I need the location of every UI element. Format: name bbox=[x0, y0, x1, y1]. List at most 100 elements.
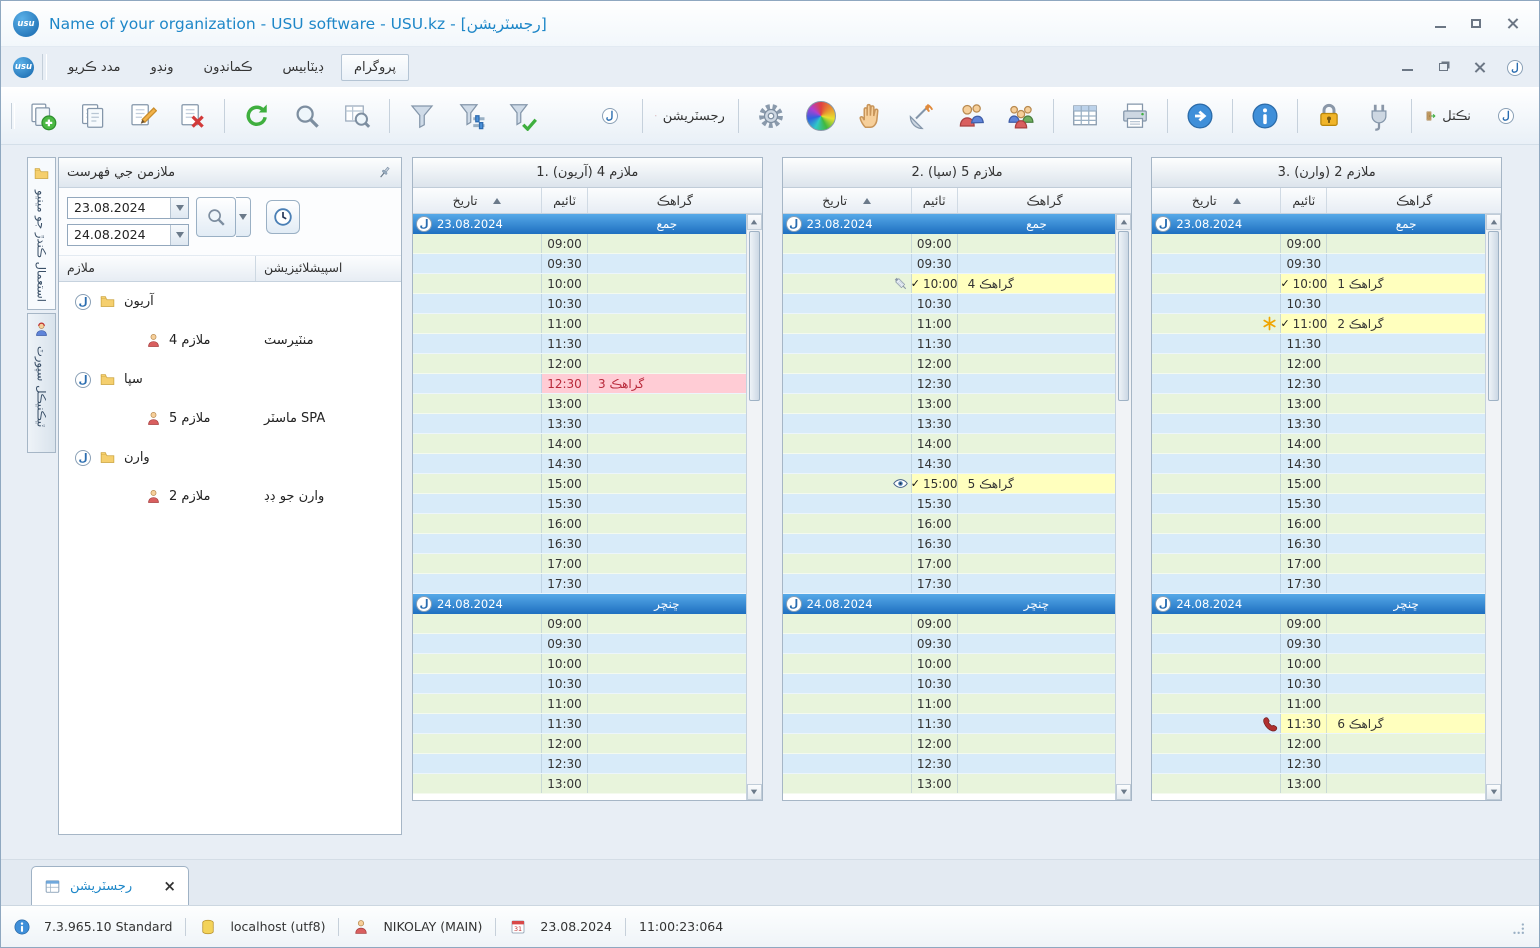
column-client[interactable]: گراهڪ bbox=[958, 188, 1132, 213]
date-header-row[interactable]: ل 23.08.2024 جمع bbox=[782, 214, 1116, 234]
time-slot-row[interactable]: 14:30 bbox=[782, 454, 1116, 474]
time-slot-row[interactable]: 12:00 bbox=[782, 354, 1116, 374]
scroll-up-button[interactable] bbox=[746, 214, 762, 230]
column-client[interactable]: گراهڪ bbox=[1327, 188, 1501, 213]
time-slot-row[interactable]: 10:30 bbox=[413, 674, 746, 694]
time-slot-row[interactable]: 15:30 bbox=[1152, 494, 1486, 514]
date-from-dropdown[interactable] bbox=[170, 198, 188, 218]
appointment-row[interactable]: ✓ 10:00 گراهڪ 1 bbox=[1152, 274, 1486, 294]
time-slot-row[interactable]: 17:00 bbox=[413, 554, 746, 574]
scroll-down-button[interactable] bbox=[746, 784, 762, 800]
employee-row[interactable]: ملازم 5 ماسٽر SPA bbox=[59, 399, 401, 438]
mdi-minimize-button[interactable] bbox=[1395, 57, 1419, 77]
left-tab-1[interactable]: استعمال ڪندڙ جو مينيو bbox=[27, 157, 56, 310]
resize-grip[interactable] bbox=[1507, 917, 1527, 937]
hand-button[interactable] bbox=[848, 93, 894, 139]
registration-calendar-button[interactable]: رجسٽريشن bbox=[651, 93, 729, 139]
reports-button[interactable] bbox=[898, 93, 944, 139]
time-slot-row[interactable]: 16:30 bbox=[782, 534, 1116, 554]
scroll-thumb[interactable] bbox=[1118, 231, 1130, 401]
employee-group-row[interactable]: ل آريون bbox=[59, 282, 401, 321]
delete-record-button[interactable] bbox=[169, 93, 215, 139]
vertical-scrollbar[interactable] bbox=[1485, 214, 1502, 800]
time-slot-row[interactable]: 09:30 bbox=[413, 634, 746, 654]
menu-item-2[interactable]: ونڊو bbox=[138, 54, 187, 81]
mdi-restore-button[interactable] bbox=[1431, 57, 1455, 77]
menu-item-3[interactable]: ڪمانڊون bbox=[191, 54, 266, 81]
time-slot-row[interactable]: 10:30 bbox=[1152, 294, 1486, 314]
time-slot-row[interactable]: 10:30 bbox=[782, 674, 1116, 694]
search-button[interactable] bbox=[196, 197, 236, 237]
date-header-row[interactable]: ل 24.08.2024 ڇنڇر bbox=[782, 594, 1116, 614]
employee-group-row[interactable]: ل سپا bbox=[59, 360, 401, 399]
add-record-button[interactable] bbox=[19, 93, 65, 139]
filter-clear-button[interactable] bbox=[499, 93, 545, 139]
time-slot-row[interactable]: 10:30 bbox=[413, 294, 746, 314]
time-slot-row[interactable]: 13:30 bbox=[413, 414, 746, 434]
pin-icon[interactable] bbox=[376, 164, 393, 181]
time-slot-row[interactable]: 11:00 bbox=[782, 694, 1116, 714]
info-button[interactable] bbox=[1242, 93, 1288, 139]
appointment-row[interactable]: 12:30 گراهڪ 3 bbox=[413, 374, 746, 394]
time-slot-row[interactable]: 09:30 bbox=[1152, 634, 1486, 654]
print-button[interactable] bbox=[1112, 93, 1158, 139]
time-slot-row[interactable]: 16:00 bbox=[782, 514, 1116, 534]
appointment-row[interactable]: ✓ 10:00 گراهڪ 4 bbox=[782, 274, 1116, 294]
time-slot-row[interactable]: 09:30 bbox=[413, 254, 746, 274]
time-slot-row[interactable]: 11:30 bbox=[413, 714, 746, 734]
time-slot-row[interactable]: 09:00 bbox=[1152, 614, 1486, 634]
time-slot-row[interactable]: 15:30 bbox=[782, 494, 1116, 514]
cancel-circle-button[interactable]: ل bbox=[587, 93, 633, 139]
appointment-row[interactable]: ✓ 11:00 گراهڪ 2 bbox=[1152, 314, 1486, 334]
scroll-thumb[interactable] bbox=[748, 231, 760, 401]
time-slot-row[interactable]: 11:30 bbox=[782, 714, 1116, 734]
time-slot-row[interactable]: 13:00 bbox=[413, 774, 746, 794]
time-slot-row[interactable]: 09:00 bbox=[413, 234, 746, 254]
time-slot-row[interactable]: 17:30 bbox=[413, 574, 746, 594]
time-slot-row[interactable]: 11:30 bbox=[1152, 334, 1486, 354]
time-slot-row[interactable]: 14:00 bbox=[1152, 434, 1486, 454]
menu-item-4[interactable]: ڊيٽابيس bbox=[270, 54, 337, 81]
time-slot-row[interactable]: 13:00 bbox=[1152, 774, 1486, 794]
time-slot-row[interactable]: 10:30 bbox=[1152, 674, 1486, 694]
date-from-input[interactable]: 23.08.2024 bbox=[67, 197, 189, 219]
time-slot-row[interactable]: 13:00 bbox=[782, 774, 1116, 794]
search-records-button[interactable] bbox=[334, 93, 380, 139]
time-slot-row[interactable]: 09:00 bbox=[782, 234, 1116, 254]
column-client[interactable]: گراهڪ bbox=[588, 188, 762, 213]
column-time[interactable]: ٽائيم bbox=[542, 188, 588, 213]
time-slot-row[interactable]: 14:30 bbox=[1152, 454, 1486, 474]
time-slot-row[interactable]: 12:30 bbox=[782, 754, 1116, 774]
time-slot-row[interactable]: 11:30 bbox=[413, 334, 746, 354]
date-header-row[interactable]: ل 24.08.2024 ڇنڇر bbox=[413, 594, 746, 614]
column-date[interactable]: تاريخ bbox=[1152, 188, 1282, 213]
employee-group-row[interactable]: ل وارن bbox=[59, 438, 401, 477]
scroll-down-button[interactable] bbox=[1486, 784, 1502, 800]
time-slot-row[interactable]: 10:30 bbox=[782, 294, 1116, 314]
date-header-row[interactable]: ل 23.08.2024 جمع bbox=[413, 214, 746, 234]
time-slot-row[interactable]: 13:00 bbox=[413, 394, 746, 414]
time-slot-row[interactable]: 12:30 bbox=[1152, 374, 1486, 394]
time-slot-row[interactable]: 11:00 bbox=[413, 694, 746, 714]
date-to-input[interactable]: 24.08.2024 bbox=[67, 224, 189, 246]
column-employee[interactable]: ملازم bbox=[59, 256, 256, 281]
time-slot-row[interactable]: 15:30 bbox=[413, 494, 746, 514]
column-specialization[interactable]: اسپيشلائيزيشن bbox=[256, 256, 401, 281]
colors-button[interactable] bbox=[798, 93, 844, 139]
mdi-cancel-button[interactable]: ل bbox=[1503, 57, 1527, 77]
time-slot-row[interactable]: 12:30 bbox=[1152, 754, 1486, 774]
time-slot-row[interactable]: 09:00 bbox=[782, 614, 1116, 634]
time-slot-row[interactable]: 14:00 bbox=[413, 434, 746, 454]
time-slot-row[interactable]: 13:00 bbox=[782, 394, 1116, 414]
time-slot-row[interactable]: 13:30 bbox=[1152, 414, 1486, 434]
time-slot-row[interactable]: 12:00 bbox=[413, 734, 746, 754]
refresh-button[interactable] bbox=[234, 93, 280, 139]
time-slot-row[interactable]: 17:30 bbox=[1152, 574, 1486, 594]
time-slot-row[interactable]: 16:00 bbox=[413, 514, 746, 534]
time-slot-row[interactable]: 12:00 bbox=[782, 734, 1116, 754]
maximize-button[interactable] bbox=[1461, 11, 1491, 37]
close-button[interactable] bbox=[1497, 11, 1527, 37]
time-slot-row[interactable]: 10:00 bbox=[782, 654, 1116, 674]
time-slot-row[interactable]: 17:00 bbox=[1152, 554, 1486, 574]
groups-button[interactable] bbox=[998, 93, 1044, 139]
